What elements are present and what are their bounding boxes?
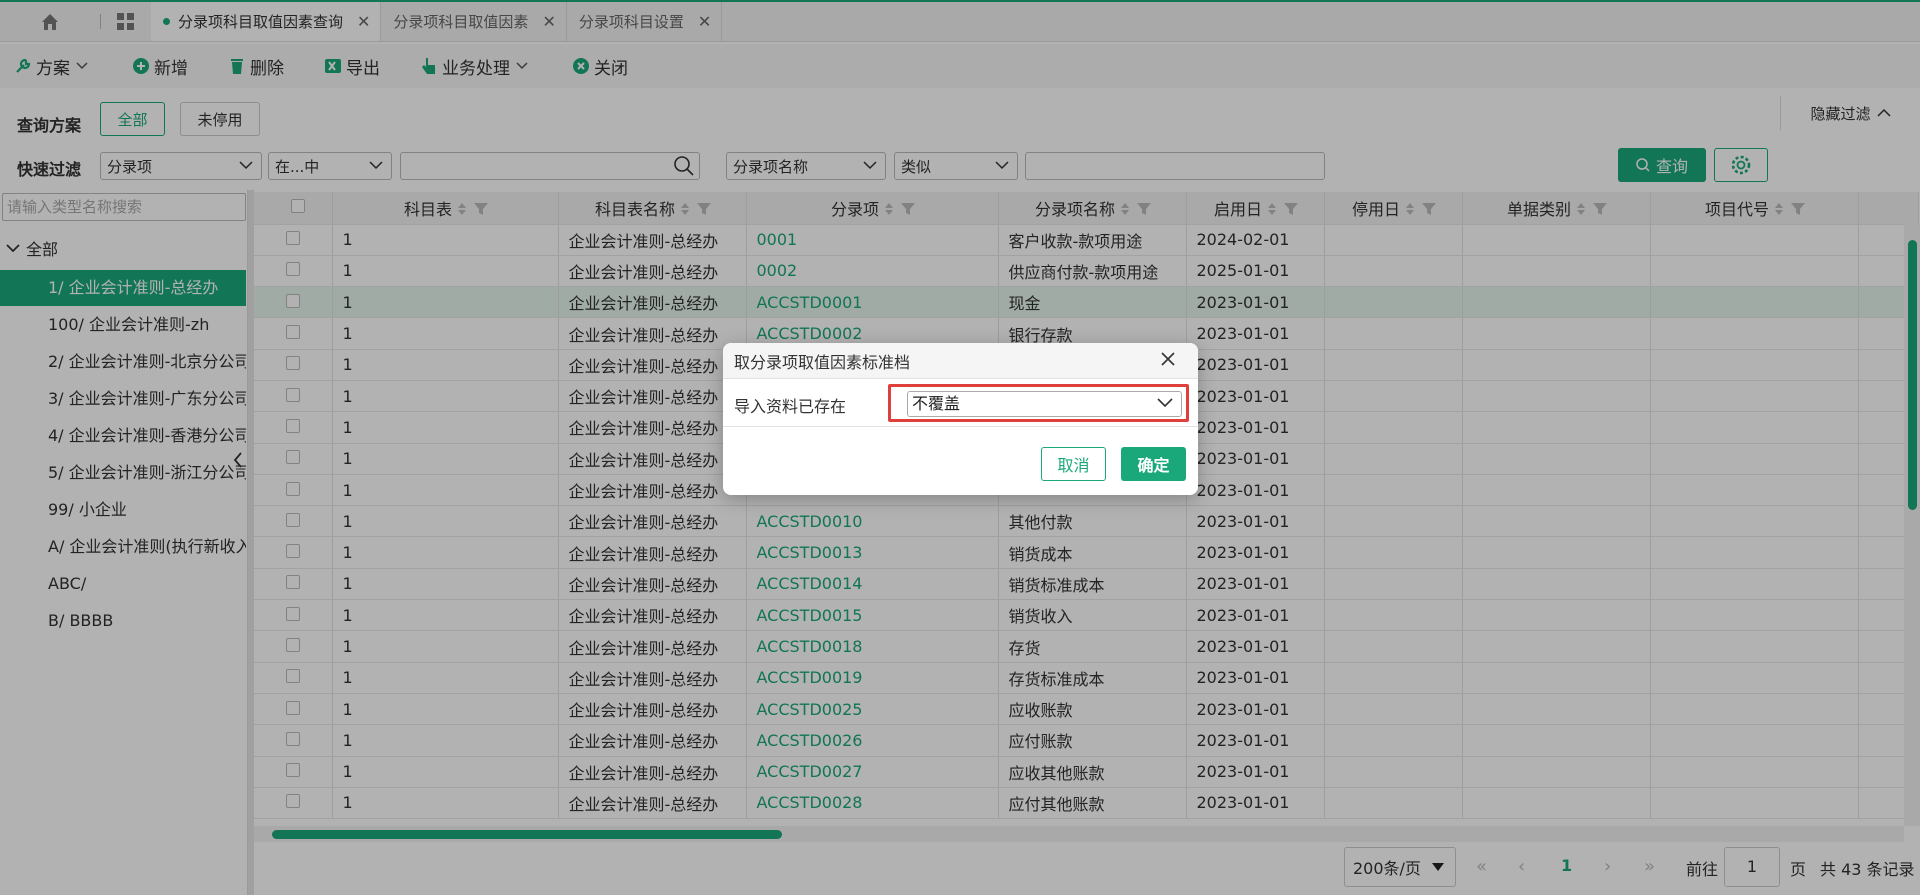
highlight-box: 不覆盖: [888, 384, 1189, 422]
dialog-field-row: 导入资料已存在 不覆盖: [723, 379, 1198, 427]
close-icon[interactable]: [1160, 351, 1176, 367]
existing-data-select[interactable]: 不覆盖: [907, 391, 1182, 417]
chevron-down-icon: [1157, 398, 1173, 408]
dialog-header: 取分录项取值因素标准档: [723, 343, 1198, 379]
existing-data-value: 不覆盖: [912, 394, 961, 413]
dialog-title: 取分录项取值因素标准档: [734, 352, 911, 372]
existing-data-label: 导入资料已存在: [734, 397, 847, 416]
cancel-button[interactable]: 取消: [1041, 447, 1106, 481]
import-standard-dialog: 取分录项取值因素标准档 导入资料已存在 不覆盖 取消 确定: [723, 343, 1198, 495]
confirm-button[interactable]: 确定: [1121, 447, 1186, 481]
